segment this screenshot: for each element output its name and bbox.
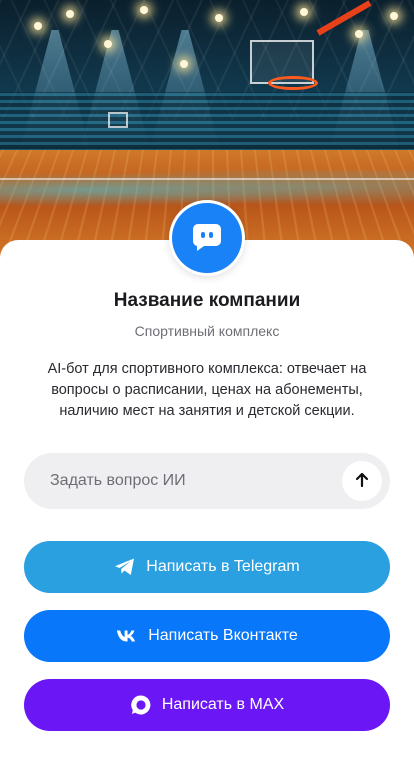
spotlight [180, 60, 188, 68]
bot-description: AI-бот для спортивного комплекса: отвеча… [30, 359, 384, 422]
send-button[interactable] [342, 461, 382, 501]
telegram-icon [114, 556, 136, 578]
spotlight [66, 10, 74, 18]
chat-bot-icon [190, 219, 224, 258]
spotlight [34, 22, 42, 30]
vk-icon [116, 625, 138, 647]
vkontakte-button[interactable]: Написать Вконтакте [24, 610, 390, 662]
arena-stands [0, 92, 414, 152]
distant-hoop [108, 112, 128, 128]
spotlight [355, 30, 363, 38]
company-category: Спортивный комплекс [0, 323, 414, 339]
telegram-button[interactable]: Написать в Telegram [24, 541, 390, 593]
avatar-badge [172, 203, 242, 273]
telegram-button-label: Написать в Telegram [146, 558, 299, 576]
ask-ai-input[interactable] [48, 471, 342, 491]
vkontakte-button-label: Написать Вконтакте [148, 627, 298, 645]
ask-ai-field[interactable] [24, 453, 390, 509]
court-line [0, 178, 414, 180]
spotlight [215, 14, 223, 22]
spotlight [140, 6, 148, 14]
spotlight [300, 8, 308, 16]
basketball-rim [268, 76, 318, 90]
max-button-label: Написать в MAX [162, 696, 284, 714]
company-name: Название компании [0, 290, 414, 312]
max-button[interactable]: Написать в MAX [24, 679, 390, 731]
avatar [169, 200, 245, 276]
spotlight [390, 12, 398, 20]
max-icon [130, 694, 152, 716]
spotlight [104, 40, 112, 48]
arrow-up-icon [353, 471, 371, 492]
